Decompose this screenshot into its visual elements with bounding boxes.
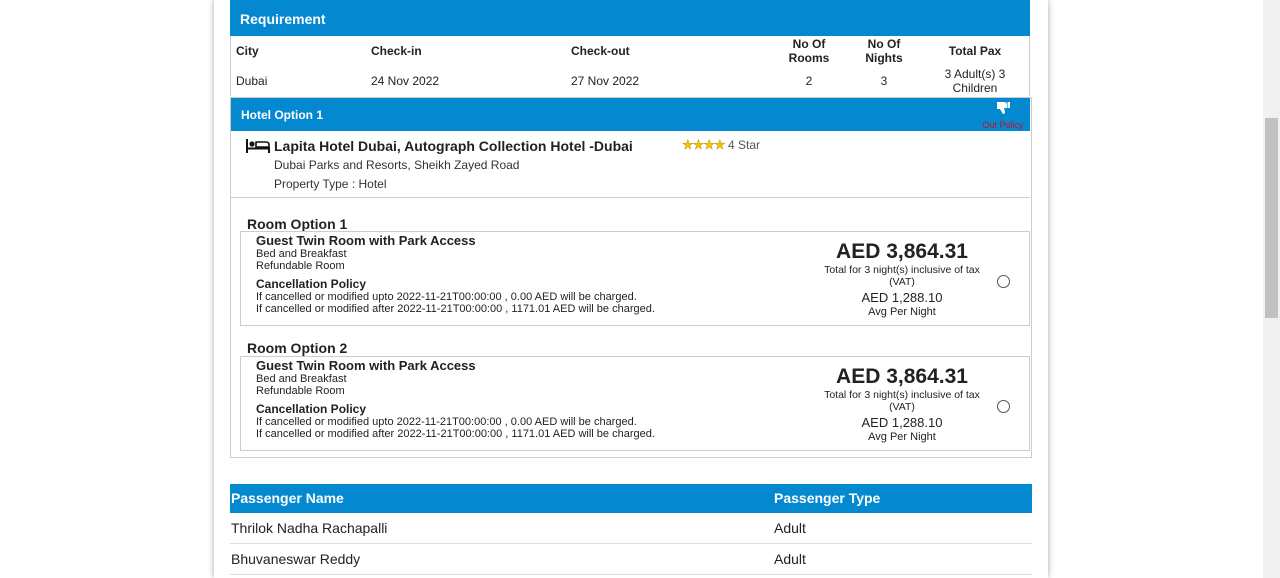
cell-pax: 3 Adult(s) 3 Children (931, 67, 1019, 95)
bed-icon (246, 139, 270, 158)
cancellation-policy-title: Cancellation Policy (256, 277, 367, 291)
price-block: AED 3,864.31 Total for 3 night(s) inclus… (816, 240, 988, 319)
table-row: Thrilok Nadha Rachapalli Adult (230, 513, 1032, 544)
hotel-option-header: Hotel Option 1 Out Policy (231, 98, 1030, 131)
star-icon: ★ (713, 137, 726, 152)
room-name: Guest Twin Room with Park Access (256, 233, 476, 248)
room-option-card: Guest Twin Room with Park Access Bed and… (240, 231, 1030, 326)
room-option-title: Room Option 1 (247, 216, 348, 232)
col-checkout: Check-out (571, 44, 630, 58)
passenger-name: Bhuvaneswar Reddy (231, 551, 361, 567)
cell-checkout: 27 Nov 2022 (571, 74, 640, 88)
room-meal: Bed and Breakfast (256, 248, 347, 260)
passenger-type: Adult (774, 551, 806, 567)
price-note: Total for 3 night(s) inclusive of tax (824, 389, 980, 401)
price-block: AED 3,864.31 Total for 3 night(s) inclus… (816, 365, 988, 444)
star-icon: ★ (703, 137, 715, 152)
cancellation-policy-line: If cancelled or modified after 2022-11-2… (256, 303, 655, 315)
vertical-scrollbar[interactable] (1263, 0, 1280, 578)
col-pax: Total Pax (948, 44, 1002, 58)
col-nights-line2: Nights (865, 51, 903, 65)
per-night-label: Avg Per Night (868, 306, 936, 318)
scrollbar-thumb[interactable] (1265, 118, 1278, 318)
cancellation-policy-line: If cancelled or modified upto 2022-11-21… (256, 291, 637, 303)
passenger-table: Passenger Name Passenger Type Thrilok Na… (230, 484, 1032, 575)
room-option-card: Guest Twin Room with Park Access Bed and… (240, 356, 1030, 451)
room-select-radio[interactable] (997, 400, 1010, 413)
room-option-title: Room Option 2 (247, 340, 348, 356)
col-city: City (236, 44, 259, 58)
star-icon: ★ (682, 137, 694, 152)
requirement-table: City Check-in Check-out No Of Rooms No O… (230, 36, 1030, 96)
room-name: Guest Twin Room with Park Access (256, 358, 476, 373)
star-label: 4 Star (727, 138, 760, 152)
room-select-radio[interactable] (997, 275, 1010, 288)
total-price: AED 3,864.31 (836, 365, 968, 388)
per-night-price: AED 1,288.10 (861, 290, 943, 305)
col-checkin: Check-in (371, 44, 422, 58)
cell-pax-line1: 3 Adult(s) 3 (944, 67, 1006, 81)
thumbs-down-icon (979, 100, 1027, 120)
cancellation-policy-line: If cancelled or modified upto 2022-11-21… (256, 416, 637, 428)
col-rooms-line1: No Of (792, 37, 826, 51)
cancellation-policy-title: Cancellation Policy (256, 402, 367, 416)
total-price: AED 3,864.31 (836, 240, 968, 263)
col-passenger-name: Passenger Name (231, 490, 344, 506)
room-refund: Refundable Room (256, 385, 345, 397)
room-meal: Bed and Breakfast (256, 373, 347, 385)
per-night-label: Avg Per Night (868, 431, 936, 443)
passenger-name: Thrilok Nadha Rachapalli (231, 520, 388, 536)
out-policy-label: Out Policy (982, 120, 1024, 130)
hotel-name[interactable]: Lapita Hotel Dubai, Autograph Collection… (274, 138, 633, 154)
hotel-property-type: Property Type : Hotel (274, 177, 387, 191)
room-refund: Refundable Room (256, 260, 345, 272)
star-rating: ★★★★ 4 Star (682, 137, 760, 153)
hotel-option-label: Hotel Option 1 (241, 108, 323, 122)
col-nights: No Of Nights (856, 37, 912, 65)
hotel-address: Dubai Parks and Resorts, Sheikh Zayed Ro… (274, 158, 520, 172)
col-nights-line1: No Of (867, 37, 901, 51)
col-rooms: No Of Rooms (779, 37, 839, 65)
col-passenger-type: Passenger Type (774, 490, 881, 506)
hotel-info: Lapita Hotel Dubai, Autograph Collection… (231, 131, 1030, 198)
col-rooms-line2: Rooms (788, 51, 830, 65)
out-policy-indicator[interactable]: Out Policy (979, 100, 1027, 130)
requirement-header: Requirement (230, 0, 1030, 36)
requirement-title: Requirement (240, 11, 326, 27)
cell-nights: 3 (880, 74, 888, 88)
star-icon: ★ (692, 137, 704, 152)
cell-pax-line2: Children (952, 81, 998, 95)
cancellation-policy-line: If cancelled or modified after 2022-11-2… (256, 428, 655, 440)
table-row: Bhuvaneswar Reddy Adult (230, 544, 1032, 575)
passenger-type: Adult (774, 520, 806, 536)
cell-checkin: 24 Nov 2022 (371, 74, 440, 88)
per-night-price: AED 1,288.10 (861, 415, 943, 430)
price-note-vat: (VAT) (889, 276, 915, 288)
passenger-table-header: Passenger Name Passenger Type (230, 484, 1032, 513)
cell-city: Dubai (236, 74, 268, 88)
price-note-vat: (VAT) (889, 401, 915, 413)
price-note: Total for 3 night(s) inclusive of tax (824, 264, 980, 276)
cell-rooms: 2 (805, 74, 813, 88)
